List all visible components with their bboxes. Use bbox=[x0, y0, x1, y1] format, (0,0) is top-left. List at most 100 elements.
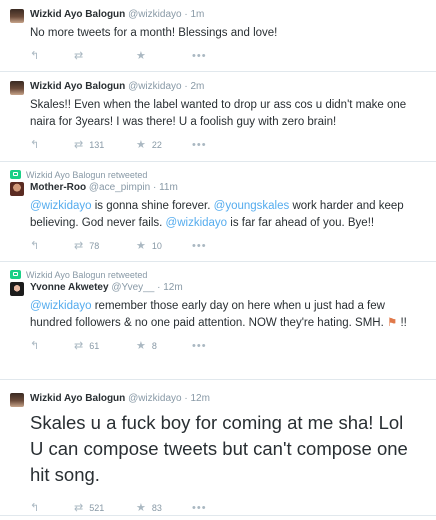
retweet-button[interactable]: ⇄ 131 bbox=[74, 139, 136, 151]
favorite-button[interactable]: ★ 83 bbox=[136, 501, 192, 514]
more-button[interactable]: ••• bbox=[192, 240, 212, 252]
username[interactable]: @wizkidayo bbox=[128, 9, 182, 20]
favorite-button[interactable]: ★ 22 bbox=[136, 138, 192, 151]
retweet-count: 61 bbox=[89, 341, 100, 351]
more-icon: ••• bbox=[192, 501, 207, 514]
tweet-text-segment: is gonna shine forever. bbox=[91, 200, 214, 212]
timestamp[interactable]: 1m bbox=[190, 9, 204, 20]
tweet-text-segment: is far far ahead of you. Bye!! bbox=[227, 217, 375, 229]
reply-button[interactable]: ↰ bbox=[30, 339, 74, 352]
more-button[interactable]: ••• bbox=[192, 138, 212, 151]
tweet-item[interactable]: Wizkid Ayo Balogun retweeted Mother-Roo … bbox=[0, 162, 436, 262]
retweet-button[interactable]: ⇄ 521 bbox=[74, 501, 136, 514]
retweet-context-label[interactable]: Wizkid Ayo Balogun retweeted bbox=[26, 170, 147, 180]
tweet-actions: ↰ ⇄ 61 ★ 8 ••• bbox=[30, 334, 426, 358]
retweet-context-label[interactable]: Wizkid Ayo Balogun retweeted bbox=[26, 270, 147, 280]
favorite-count: 22 bbox=[151, 140, 162, 150]
reply-icon: ↰ bbox=[30, 239, 40, 252]
timestamp[interactable]: 12m bbox=[163, 282, 182, 293]
star-icon: ★ bbox=[136, 239, 146, 252]
tweet-actions: ↰ ⇄ 521 ★ 83 ••• bbox=[30, 496, 426, 520]
avatar[interactable] bbox=[10, 81, 24, 95]
tweet-header: Wizkid Ayo Balogun @wizkidayo · 2m bbox=[30, 80, 426, 94]
reply-button[interactable]: ↰ bbox=[30, 138, 74, 151]
username[interactable]: @Yvey__ bbox=[111, 282, 154, 293]
tweet-text: No more tweets for a month! Blessings an… bbox=[30, 27, 278, 39]
mention-link[interactable]: @wizkidayo bbox=[30, 200, 92, 212]
favorite-count: 83 bbox=[151, 503, 162, 513]
fullname[interactable]: Mother-Roo bbox=[30, 182, 86, 193]
separator-dot: · bbox=[184, 393, 188, 404]
tweet-text-segment: !! bbox=[397, 317, 407, 329]
tweet-text: Skales!! Even when the label wanted to d… bbox=[30, 99, 407, 128]
reply-button[interactable]: ↰ bbox=[30, 239, 74, 252]
favorite-button[interactable]: ★ 10 bbox=[136, 239, 192, 252]
reply-icon: ↰ bbox=[30, 501, 40, 514]
favorite-button[interactable]: ★ bbox=[136, 49, 192, 62]
fullname[interactable]: Wizkid Ayo Balogun bbox=[30, 9, 125, 20]
favorite-count: 8 bbox=[151, 341, 157, 351]
avatar[interactable] bbox=[10, 182, 24, 196]
tweet-actions: ↰ ⇄ 131 ★ 22 ••• bbox=[30, 133, 426, 157]
retweeted-icon bbox=[10, 170, 21, 179]
fullname[interactable]: Yvonne Akwetey bbox=[30, 282, 109, 293]
star-icon: ★ bbox=[136, 138, 146, 151]
more-button[interactable]: ••• bbox=[192, 340, 212, 352]
star-icon: ★ bbox=[136, 501, 146, 514]
retweet-icon: ⇄ bbox=[74, 501, 84, 514]
mention-link[interactable]: @wizkidayo bbox=[166, 217, 228, 229]
more-button[interactable]: ••• bbox=[192, 501, 212, 514]
star-icon: ★ bbox=[136, 49, 146, 62]
retweet-button[interactable]: ⇄ 78 bbox=[74, 239, 136, 252]
retweet-button[interactable]: ⇄ 61 bbox=[74, 339, 136, 352]
favorite-button[interactable]: ★ 8 bbox=[136, 339, 192, 352]
tweet-item[interactable]: Wizkid Ayo Balogun @wizkidayo · 12m Skal… bbox=[0, 380, 436, 516]
reply-icon: ↰ bbox=[30, 138, 40, 151]
username[interactable]: @wizkidayo bbox=[128, 81, 182, 92]
avatar[interactable] bbox=[10, 9, 24, 23]
star-icon: ★ bbox=[136, 339, 146, 352]
flag-icon: ⚑ bbox=[386, 317, 398, 329]
tweet-text: Skales u a fuck boy for coming at me sha… bbox=[30, 412, 419, 485]
tweet-header: Wizkid Ayo Balogun @wizkidayo · 1m bbox=[30, 8, 426, 22]
retweet-context: Wizkid Ayo Balogun retweeted bbox=[10, 268, 426, 281]
reply-icon: ↰ bbox=[30, 49, 40, 62]
retweet-icon: ⇄ bbox=[74, 49, 84, 62]
reply-button[interactable]: ↰ bbox=[30, 49, 74, 62]
separator-dot: · bbox=[184, 9, 188, 20]
timestamp[interactable]: 12m bbox=[190, 393, 209, 404]
mention-link[interactable]: @wizkidayo bbox=[30, 300, 92, 312]
retweet-count: 78 bbox=[89, 241, 100, 251]
avatar[interactable] bbox=[10, 393, 24, 407]
username[interactable]: @wizkidayo bbox=[128, 393, 182, 404]
avatar[interactable] bbox=[10, 282, 24, 296]
mention-link[interactable]: @youngskales bbox=[214, 200, 290, 212]
retweet-count: 521 bbox=[89, 503, 105, 513]
timestamp[interactable]: 11m bbox=[159, 182, 178, 193]
tweet-header: Mother-Roo @ace_pimpin · 11m bbox=[30, 181, 426, 195]
more-icon: ••• bbox=[192, 138, 207, 151]
tweet-actions: ↰ ⇄ ★ ••• bbox=[30, 44, 426, 68]
tweet-item[interactable]: Wizkid Ayo Balogun @wizkidayo · 2m Skale… bbox=[0, 72, 436, 162]
fullname[interactable]: Wizkid Ayo Balogun bbox=[30, 393, 125, 404]
more-button[interactable]: ••• bbox=[192, 50, 212, 62]
tweet-header: Yvonne Akwetey @Yvey__ · 12m bbox=[30, 281, 426, 295]
reply-icon: ↰ bbox=[30, 339, 40, 352]
tweet-header: Wizkid Ayo Balogun @wizkidayo · 12m bbox=[30, 392, 426, 406]
retweet-count: 131 bbox=[89, 140, 105, 150]
username[interactable]: @ace_pimpin bbox=[89, 182, 150, 193]
separator-dot: · bbox=[152, 182, 157, 193]
retweet-context: Wizkid Ayo Balogun retweeted bbox=[10, 168, 426, 181]
retweet-icon: ⇄ bbox=[74, 339, 84, 352]
tweet-actions: ↰ ⇄ 78 ★ 10 ••• bbox=[30, 234, 426, 258]
reply-button[interactable]: ↰ bbox=[30, 501, 74, 514]
favorite-count: 10 bbox=[151, 241, 162, 251]
fullname[interactable]: Wizkid Ayo Balogun bbox=[30, 81, 125, 92]
retweet-icon: ⇄ bbox=[74, 239, 84, 252]
retweeted-icon bbox=[10, 270, 21, 279]
tweet-text: @wizkidayo is gonna shine forever. @youn… bbox=[30, 198, 426, 232]
tweet-item[interactable]: Wizkid Ayo Balogun retweeted Yvonne Akwe… bbox=[0, 262, 436, 380]
retweet-button[interactable]: ⇄ bbox=[74, 49, 136, 62]
tweet-item[interactable]: Wizkid Ayo Balogun @wizkidayo · 1m No mo… bbox=[0, 0, 436, 72]
timestamp[interactable]: 2m bbox=[190, 81, 204, 92]
